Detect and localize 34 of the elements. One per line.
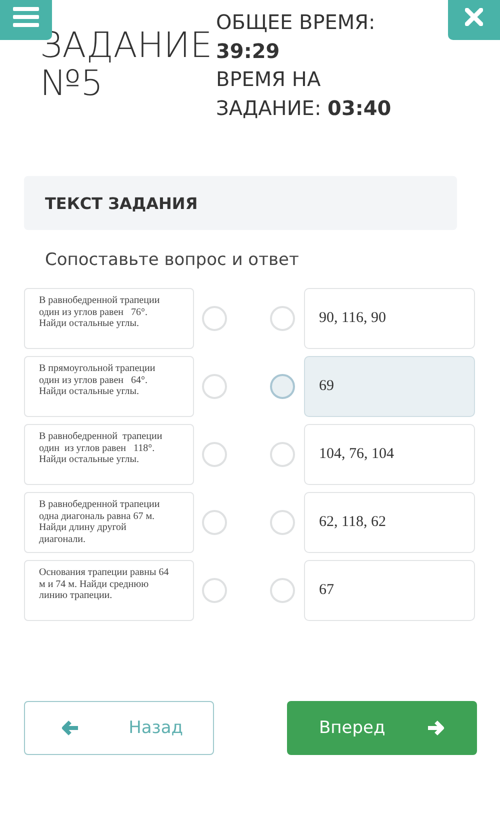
timer-label: ВРЕМЯ НА: [216, 66, 322, 93]
arrow-left-icon: [61, 720, 79, 736]
radio-button[interactable]: [202, 374, 227, 399]
radio-button[interactable]: [270, 442, 295, 467]
close-button[interactable]: [448, 0, 500, 40]
radio-button[interactable]: [270, 374, 295, 399]
arrow-right-icon: [427, 720, 445, 736]
question-card[interactable]: В прямоугольной трапеции один из углов равен 64°. Найди остальные углы.: [24, 356, 194, 417]
radio-button[interactable]: [270, 306, 295, 331]
radio-button[interactable]: [202, 578, 227, 603]
radio-button[interactable]: [202, 442, 227, 467]
question-card[interactable]: В равнобедренной трапеции один из углов равен 76°. Найди остальные углы.: [24, 288, 194, 349]
question-card[interactable]: Основания трапеции равны 64 м и 74 м. Найди среднюю линию трапеции.: [24, 560, 194, 621]
timer-value: 39:29: [216, 38, 281, 64]
radio-button[interactable]: [270, 510, 295, 535]
answer-card[interactable]: 67: [304, 560, 475, 621]
task-prompt: Сопоставьте вопрос и ответ: [45, 250, 300, 270]
task-heading: ТЕКСТ ЗАДАНИЯ: [24, 176, 457, 230]
answer-card[interactable]: 104, 76, 104: [304, 424, 475, 485]
close-icon: [465, 8, 483, 26]
radio-button[interactable]: [202, 306, 227, 331]
task-title: №5: [40, 65, 104, 103]
timer-label: ОБЩЕЕ ВРЕМЯ:: [216, 9, 376, 36]
menu-icon: [13, 6, 39, 28]
radio-button[interactable]: [202, 510, 227, 535]
answer-card[interactable]: 90, 116, 90: [304, 288, 475, 349]
timer-value: 03:40: [328, 96, 392, 120]
radio-button[interactable]: [270, 578, 295, 603]
timer-label: ЗАДАНИЕ:: [216, 96, 322, 120]
answer-card[interactable]: 69: [304, 356, 475, 417]
answer-card[interactable]: 62, 118, 62: [304, 492, 475, 553]
task-title: ЗАДАНИЕ: [40, 27, 210, 65]
question-card[interactable]: В равнобедренной трапеции одна диагональ равна 67 м. Найди длину другой диагонали.: [24, 492, 194, 553]
question-card[interactable]: В равнобедренной трапеции один из углов равен 118°. Найди остальные углы.: [24, 424, 194, 485]
